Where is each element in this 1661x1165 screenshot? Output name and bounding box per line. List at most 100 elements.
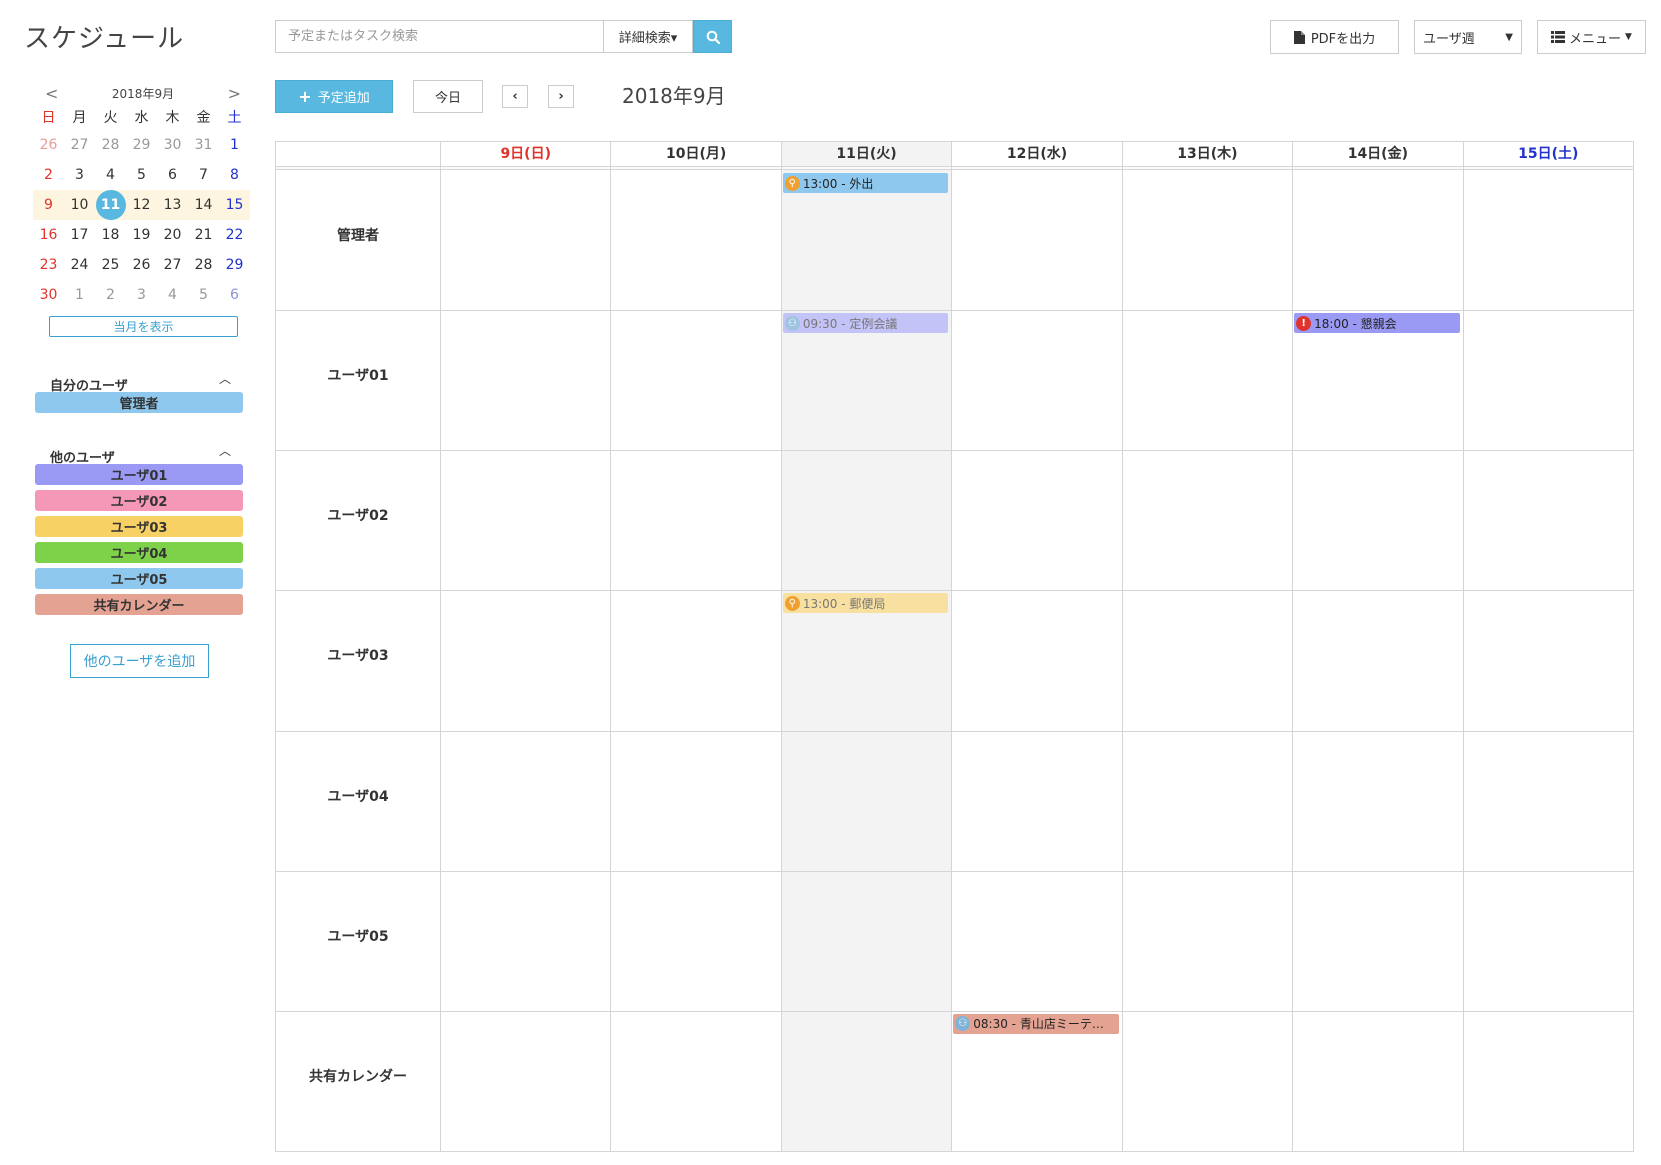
mini-day[interactable]: 23 — [33, 250, 64, 280]
mini-day[interactable]: 26 — [33, 130, 64, 160]
mini-day[interactable]: 18 — [95, 220, 126, 250]
prev-week-button[interactable]: ‹ — [502, 85, 528, 108]
mini-day[interactable]: 27 — [64, 130, 95, 160]
user-calendar-label[interactable]: ユーザ05 — [35, 568, 243, 589]
mini-day[interactable]: 14 — [188, 190, 219, 220]
weekday-label: 水 — [134, 110, 149, 126]
mini-day[interactable]: 7 — [188, 160, 219, 190]
day-header[interactable]: 9日(日) — [440, 142, 610, 166]
mini-day[interactable]: 27 — [157, 250, 188, 280]
event-item[interactable]: ⚇ 09:30 - 定例会議 — [782, 313, 949, 334]
mini-day[interactable]: 4 — [95, 160, 126, 190]
mini-next-icon[interactable]: > — [228, 84, 241, 104]
day-header[interactable]: 15日(土) — [1462, 142, 1633, 166]
mini-day[interactable]: 12 — [126, 190, 157, 220]
mini-day-number: 9 — [44, 197, 53, 213]
day-header[interactable]: 10日(月) — [610, 142, 780, 166]
weekday-label: 土 — [227, 110, 242, 126]
user-calendar-label[interactable]: ユーザ02 — [35, 490, 243, 511]
mini-day[interactable]: 1 — [219, 130, 250, 160]
current-month: 2018年9月 — [622, 84, 726, 108]
mini-day[interactable]: 24 — [64, 250, 95, 280]
add-other-users-button[interactable]: 他のユーザを追加 — [70, 644, 209, 678]
search-button[interactable] — [693, 20, 732, 53]
mini-day[interactable]: 8 — [219, 160, 250, 190]
mini-day[interactable]: 29 — [126, 130, 157, 160]
add-event-button[interactable]: + 予定追加 — [275, 80, 393, 113]
user-calendar-label[interactable]: ユーザ03 — [35, 516, 243, 537]
event-item[interactable]: ⚲ 13:00 - 郵便局 — [782, 593, 949, 614]
mini-day[interactable]: 29 — [219, 250, 250, 280]
day-header[interactable]: 11日(火) — [780, 142, 952, 166]
mini-day[interactable]: 4 — [157, 280, 188, 310]
mini-calendar-header: < 2018年9月 > — [33, 84, 253, 104]
mini-day[interactable]: 19 — [126, 220, 157, 250]
mini-day[interactable]: 11 — [95, 190, 126, 220]
mini-day[interactable]: 21 — [188, 220, 219, 250]
event-text: 18:00 - 懇親会 — [1314, 316, 1397, 331]
mini-day-number: 26 — [39, 137, 58, 153]
mini-day[interactable]: 25 — [95, 250, 126, 280]
weekday-label: 金 — [196, 110, 211, 126]
event-item[interactable]: ⚲ 13:00 - 外出 — [782, 173, 949, 193]
mini-day[interactable]: 16 — [33, 220, 64, 250]
day-header[interactable]: 14日(金) — [1292, 142, 1462, 166]
mini-day[interactable]: 31 — [188, 130, 219, 160]
day-header[interactable]: 12日(水) — [951, 142, 1121, 166]
mini-day-number: 2 — [106, 287, 115, 303]
event-text: 13:00 - 郵便局 — [802, 596, 886, 611]
mini-day[interactable]: 5 — [188, 280, 219, 310]
mini-day[interactable]: 10 — [64, 190, 95, 220]
mini-prev-icon[interactable]: < — [45, 84, 58, 104]
user-calendar-label[interactable]: 共有カレンダー — [35, 594, 243, 615]
column-divider — [780, 142, 782, 1151]
mini-day-number: 27 — [163, 257, 182, 273]
row-user-label: ユーザ05 — [327, 928, 389, 945]
pdf-export-button[interactable]: PDFを出力 — [1270, 20, 1399, 54]
collapse-icon[interactable]: ︿ — [219, 442, 231, 459]
mini-day[interactable]: 3 — [126, 280, 157, 310]
mini-day-number: 21 — [194, 227, 213, 243]
mini-day[interactable]: 9 — [33, 190, 64, 220]
mini-day-grid: 26 27 28 29 30 31 1 2 3 4 5 6 7 8 9 10 11 12 13 14 15 16 17 18 1… — [33, 130, 253, 310]
mini-day[interactable]: 6 — [219, 280, 250, 310]
mini-day-number: 3 — [137, 287, 146, 303]
mini-day[interactable]: 17 — [64, 220, 95, 250]
user-calendar-label[interactable]: ユーザ04 — [35, 542, 243, 563]
mini-day[interactable]: 30 — [157, 130, 188, 160]
user-calendar-label[interactable]: ユーザ01 — [35, 464, 243, 485]
mini-day[interactable]: 2 — [33, 160, 64, 190]
view-select[interactable]: ユーザ週 ▼ — [1414, 20, 1522, 54]
mini-day[interactable]: 30 — [33, 280, 64, 310]
mini-day-number: 8 — [230, 167, 239, 183]
mini-day[interactable]: 13 — [157, 190, 188, 220]
mini-day[interactable]: 22 — [219, 220, 250, 250]
mini-day[interactable]: 28 — [95, 130, 126, 160]
mini-day[interactable]: 6 — [157, 160, 188, 190]
collapse-icon[interactable]: ︿ — [219, 370, 231, 387]
mini-day[interactable]: 15 — [219, 190, 250, 220]
mini-day-number: 23 — [39, 257, 58, 273]
show-this-month-button[interactable]: 当月を表示 — [49, 316, 238, 337]
column-divider — [1633, 142, 1634, 1151]
mini-day[interactable]: 1 — [64, 280, 95, 310]
search-input[interactable] — [275, 20, 603, 53]
add-event-label: 予定追加 — [317, 91, 370, 106]
event-item[interactable]: ! 18:00 - 懇親会 — [1294, 313, 1460, 334]
user-calendar-label[interactable]: 管理者 — [35, 392, 243, 413]
mini-day[interactable]: 26 — [126, 250, 157, 280]
mini-day-number: 6 — [168, 167, 177, 183]
menu-label: メニュー — [1569, 31, 1622, 47]
mini-day[interactable]: 3 — [64, 160, 95, 190]
mini-day[interactable]: 28 — [188, 250, 219, 280]
mini-day[interactable]: 5 — [126, 160, 157, 190]
menu-button[interactable]: メニュー ▼ — [1537, 20, 1646, 54]
next-week-button[interactable]: › — [548, 85, 574, 108]
mini-day[interactable]: 20 — [157, 220, 188, 250]
today-button[interactable]: 今日 — [413, 80, 483, 113]
event-item[interactable]: ⚇ 08:30 - 青山店ミーテ… — [953, 1013, 1119, 1034]
advanced-search-button[interactable]: 詳細検索▾ — [603, 20, 693, 53]
day-header[interactable]: 13日(木) — [1121, 142, 1292, 166]
mini-day-number: 1 — [75, 287, 84, 303]
mini-day[interactable]: 2 — [95, 280, 126, 310]
